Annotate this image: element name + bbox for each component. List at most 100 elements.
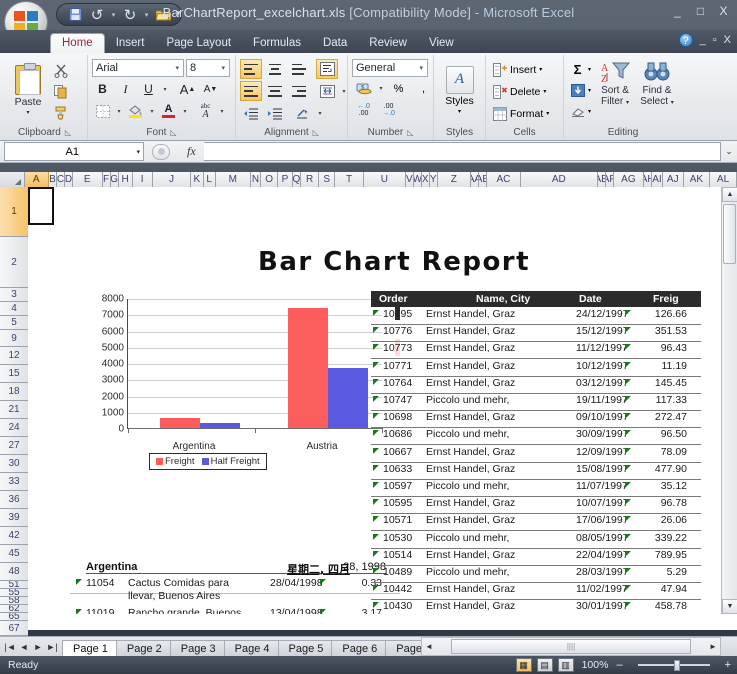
tab-page-layout[interactable]: Page Layout	[155, 34, 242, 53]
column-header-y[interactable]: Y	[429, 172, 438, 187]
font-dialog-launcher-icon[interactable]: ◺	[170, 128, 176, 137]
column-header-q[interactable]: Q	[292, 172, 301, 187]
column-header-v[interactable]: V	[405, 172, 414, 187]
align-right-button[interactable]	[288, 81, 310, 101]
bold-button[interactable]: B	[92, 79, 113, 99]
column-header-ae[interactable]: AE	[597, 172, 606, 187]
table-row[interactable]: 10430 Ernst Handel, Graz 30/01/1997 458.78	[371, 600, 701, 614]
find-select-button[interactable]: Find & Select ▾	[636, 59, 678, 121]
font-color-icon[interactable]: A	[158, 101, 179, 121]
row-header-18[interactable]: 18	[0, 383, 28, 401]
increase-decimal-icon[interactable]: ←.0.00	[352, 100, 375, 119]
sort-filter-caret-icon[interactable]: ▾	[626, 100, 629, 106]
table-row[interactable]: 10686 Piccolo und mehr, 30/09/1997 96.50	[371, 428, 701, 446]
column-header-p[interactable]: P	[278, 172, 293, 187]
column-header-s[interactable]: S	[319, 172, 336, 187]
accounting-format-icon[interactable]: $	[352, 79, 375, 98]
grow-font-icon[interactable]: A ▲	[177, 79, 198, 99]
row-header-39[interactable]: 39	[0, 509, 28, 527]
underline-button[interactable]: U	[138, 79, 159, 99]
table-row[interactable]: 10667 Ernst Handel, Graz 12/09/1997 78.09	[371, 446, 701, 463]
column-header-aj[interactable]: AJ	[662, 172, 684, 187]
ribbon-minimize-button[interactable]: _	[700, 34, 706, 46]
table-row[interactable]: 10530 Piccolo und mehr, 08/05/1997 339.22	[371, 532, 701, 549]
column-header-j[interactable]: J	[152, 172, 192, 187]
format-caret-icon[interactable]: ▾	[546, 110, 549, 117]
number-format-combo[interactable]: General ▾	[352, 59, 428, 77]
autosum-caret-icon[interactable]: ▾	[585, 66, 591, 73]
number-format-caret-icon[interactable]: ▾	[417, 64, 425, 72]
column-header-i[interactable]: I	[132, 172, 153, 187]
table-row[interactable]: 10442 Ernst Handel, Graz 11/02/1997 47.94	[371, 583, 701, 601]
zoom-in-button[interactable]: +	[725, 659, 731, 671]
paste-button[interactable]: Paste ▾	[6, 59, 50, 121]
table-row[interactable]: 10795 Ernst Handel, Graz 24/12/1997 126.66	[371, 308, 701, 325]
paste-caret-icon[interactable]: ▾	[26, 109, 29, 116]
name-box[interactable]: A1 ▾	[4, 142, 144, 161]
formula-input[interactable]	[204, 142, 721, 161]
column-header-ag[interactable]: AG	[613, 172, 645, 187]
sheet-tab-page-3[interactable]: Page 3	[169, 639, 225, 657]
accounting-caret-icon[interactable]: ▾	[377, 85, 385, 92]
row-header-2[interactable]: 2	[0, 237, 28, 288]
bar-argentina-freight[interactable]	[160, 418, 200, 428]
align-top-button[interactable]	[240, 59, 262, 79]
first-sheet-button[interactable]: |◄	[3, 642, 17, 652]
horizontal-scrollbar[interactable]: ◄ |||| ►	[421, 637, 721, 656]
vertical-scrollbar[interactable]: ▲ ▼	[721, 187, 737, 614]
sheet-tab-page-2[interactable]: Page 2	[115, 639, 171, 657]
view-page-layout-button[interactable]: ▤	[536, 658, 553, 672]
font-name-combo[interactable]: Arial ▾	[92, 59, 184, 77]
column-header-ai[interactable]: AI	[652, 172, 663, 187]
sheet-tab-page-5[interactable]: Page 5	[277, 639, 333, 657]
align-middle-button[interactable]	[264, 59, 286, 79]
scroll-down-button[interactable]: ▼	[722, 599, 737, 614]
table-row[interactable]: 10489 Piccolo und mehr, 28/03/1997 5.29	[371, 566, 701, 583]
zoom-slider[interactable]	[628, 659, 720, 671]
column-header-h[interactable]: H	[118, 172, 133, 187]
phonetic-guide-icon[interactable]: abc A	[195, 101, 216, 121]
prev-sheet-button[interactable]: ◄	[17, 642, 31, 652]
column-header-f[interactable]: F	[102, 172, 111, 187]
percent-format-button[interactable]: %	[387, 79, 410, 98]
table-row[interactable]: 10764 Ernst Handel, Graz 03/12/1997 145.45	[371, 377, 701, 394]
fill-caret-icon[interactable]: ▾	[585, 87, 591, 94]
column-header-k[interactable]: K	[191, 172, 204, 187]
tab-insert[interactable]: Insert	[105, 34, 156, 53]
horizontal-scroll-thumb[interactable]: ||||	[451, 639, 691, 654]
row-header-30[interactable]: 30	[0, 455, 28, 473]
orientation-button[interactable]	[292, 103, 314, 123]
row-header-15[interactable]: 15	[0, 365, 28, 383]
active-cell-a1[interactable]	[28, 187, 54, 225]
row-header-55[interactable]: 55	[0, 589, 28, 597]
table-row[interactable]: 10773 Ernst Handel, Graz 11/12/1997 96.43	[371, 342, 701, 360]
row-header-12[interactable]: 12	[0, 347, 28, 365]
font-size-caret-icon[interactable]: ▾	[219, 64, 227, 72]
clear-button[interactable]: ▾	[570, 101, 591, 121]
delete-caret-icon[interactable]: ▾	[543, 88, 546, 95]
row-header-58[interactable]: 58	[0, 597, 28, 605]
bar-austria-half-freight[interactable]	[328, 367, 368, 428]
align-left-button[interactable]	[240, 81, 262, 101]
clear-caret-icon[interactable]: ▾	[585, 108, 591, 115]
window-minimize-button[interactable]: _	[670, 4, 685, 18]
fill-button[interactable]: ▾	[570, 80, 591, 100]
number-dialog-launcher-icon[interactable]: ◺	[407, 128, 413, 137]
row-header-3[interactable]: 3	[0, 288, 28, 302]
wrap-text-button[interactable]	[316, 59, 338, 79]
scroll-left-button[interactable]: ◄	[422, 642, 436, 651]
table-row[interactable]: 10514 Ernst Handel, Graz 22/04/1997 789.95	[371, 549, 701, 566]
formula-toggle-icon[interactable]	[152, 143, 171, 160]
tab-home[interactable]: Home	[50, 33, 105, 53]
column-header-ad[interactable]: AD	[520, 172, 598, 187]
column-header-af[interactable]: AF	[605, 172, 614, 187]
insert-function-icon[interactable]: fx	[187, 144, 196, 159]
align-center-button[interactable]	[264, 81, 286, 101]
row-header-9[interactable]: 9	[0, 330, 28, 347]
column-header-o[interactable]: O	[261, 172, 278, 187]
formula-expand-icon[interactable]: ⌄	[721, 146, 737, 157]
window-close-button[interactable]: X	[716, 4, 731, 18]
column-header-w[interactable]: W	[413, 172, 422, 187]
column-header-l[interactable]: L	[203, 172, 216, 187]
autosum-button[interactable]: Σ ▾	[570, 59, 591, 79]
